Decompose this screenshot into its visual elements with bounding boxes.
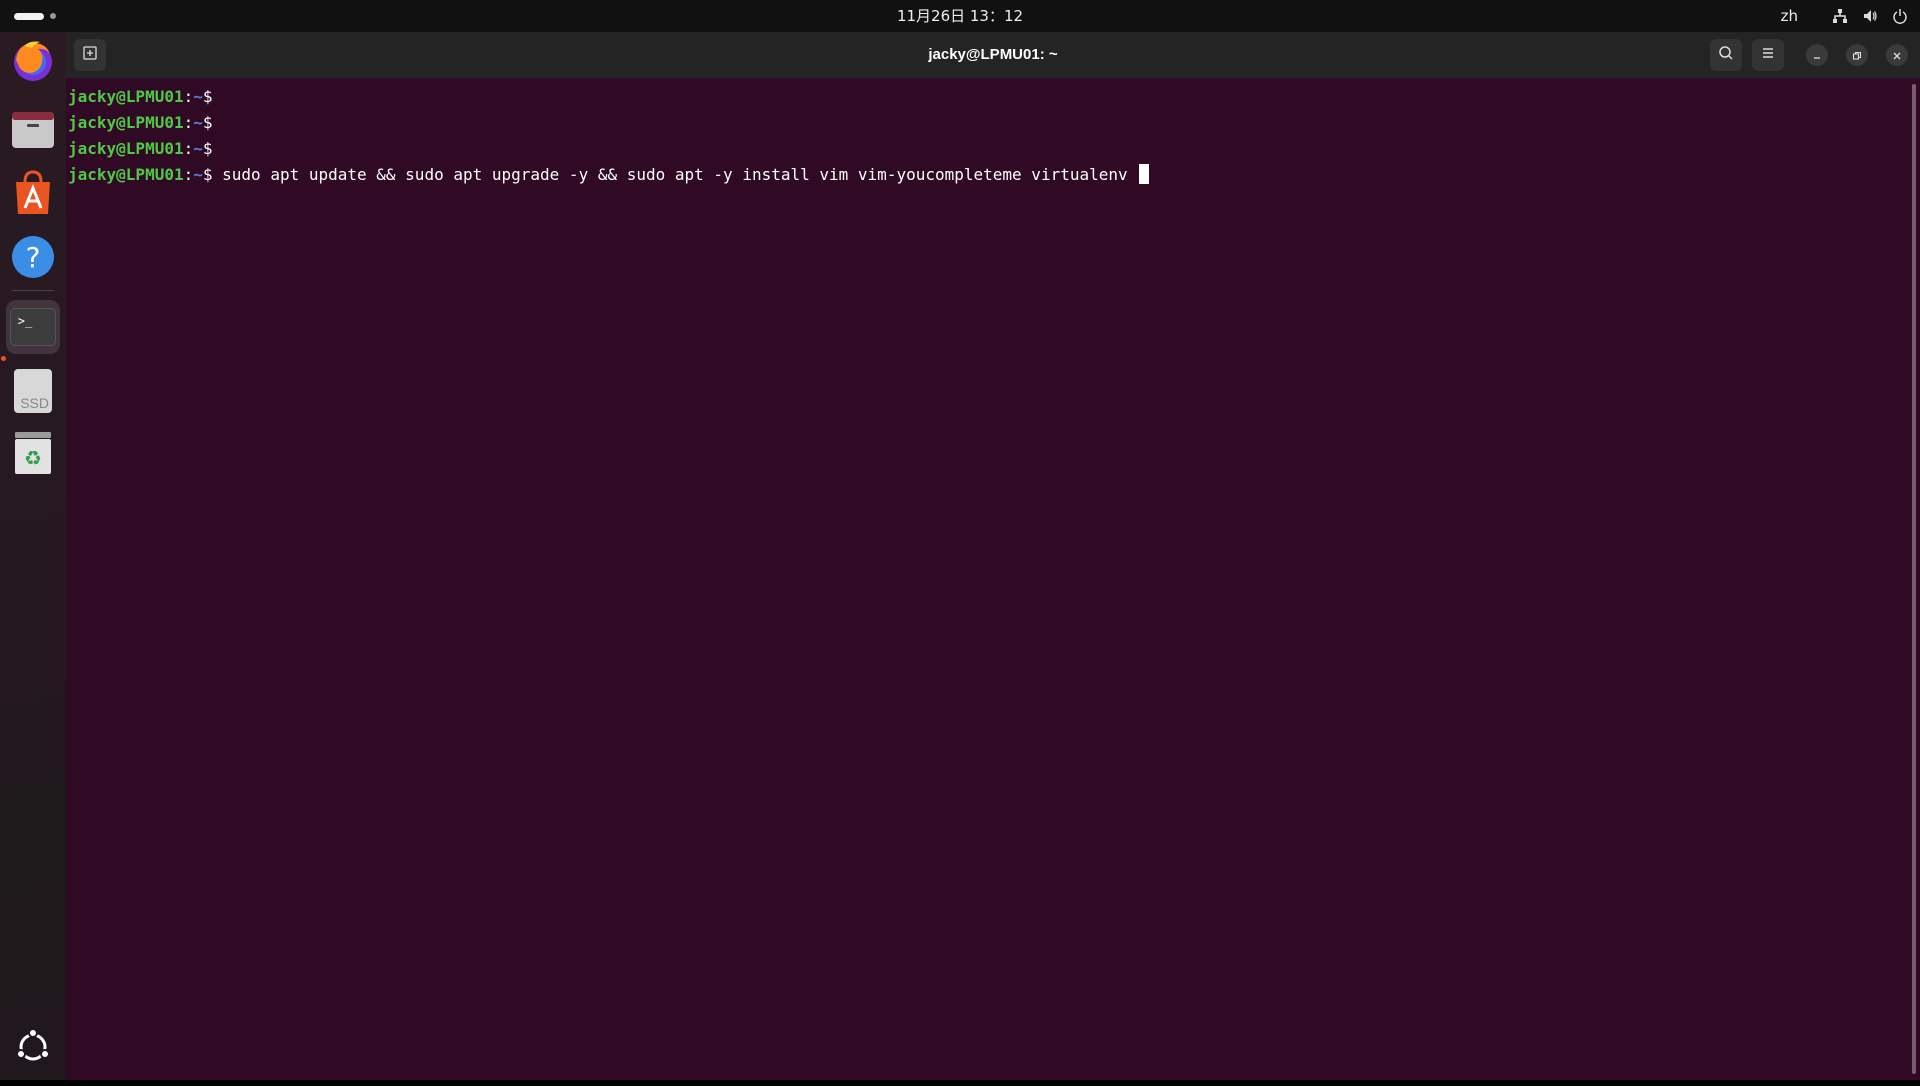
drive-label: SSD <box>20 395 49 411</box>
trash-icon: ♻ <box>10 430 56 480</box>
terminal-window: jacky@LPMU01: ~ jacky@LPMU01:~$ jacky@LP… <box>66 32 1920 1080</box>
dock-separator <box>12 290 54 291</box>
dock-item-files[interactable] <box>6 104 60 158</box>
workspace-indicator <box>50 13 56 19</box>
svg-text:?: ? <box>26 241 41 274</box>
text-cursor <box>1139 164 1150 184</box>
prompt-path: ~ <box>193 113 203 132</box>
dock-item-trash[interactable]: ♻ <box>6 428 60 482</box>
prompt-colon: : <box>183 113 194 132</box>
prompt-path: ~ <box>193 139 203 158</box>
dock-item-app-center[interactable] <box>6 168 60 222</box>
menu-button[interactable] <box>1752 39 1784 71</box>
prompt-colon: : <box>183 165 194 184</box>
command-input-text[interactable]: sudo apt update && sudo apt upgrade -y &… <box>213 165 1138 184</box>
app-center-icon <box>10 170 56 220</box>
restore-icon <box>1852 46 1862 65</box>
system-tray[interactable]: zh <box>1781 0 1920 32</box>
prompt-symbol: $ <box>202 139 213 158</box>
search-icon <box>1718 45 1734 65</box>
terminal-line: jacky@LPMU01:~$ <box>66 136 1910 162</box>
restore-button[interactable] <box>1846 44 1868 66</box>
clock[interactable]: 11月26日 13：12 <box>897 7 1023 25</box>
terminal-output[interactable]: jacky@LPMU01:~$ jacky@LPMU01:~$ jacky@LP… <box>66 78 1910 1086</box>
clock-container: 11月26日 13：12 <box>0 0 1920 32</box>
folder-icon <box>10 106 56 156</box>
prompt-user-host: jacky@LPMU01 <box>68 87 184 106</box>
new-tab-button[interactable] <box>74 39 106 71</box>
prompt-path: ~ <box>193 87 203 106</box>
close-icon <box>1892 46 1902 65</box>
top-bar: 11月26日 13：12 zh <box>0 0 1920 32</box>
minimize-icon <box>1812 46 1822 65</box>
new-tab-icon <box>82 45 98 65</box>
terminal-icon-glyph: >_ <box>17 314 33 328</box>
window-headerbar[interactable]: jacky@LPMU01: ~ <box>66 32 1920 78</box>
terminal-line: jacky@LPMU01:~$ <box>66 110 1910 136</box>
network-icon[interactable] <box>1830 6 1850 26</box>
drive-icon: SSD <box>14 369 52 413</box>
prompt-symbol: $ <box>202 165 213 184</box>
power-icon[interactable] <box>1890 6 1910 26</box>
prompt-symbol: $ <box>202 113 213 132</box>
firefox-icon <box>10 38 56 88</box>
window-title: jacky@LPMU01: ~ <box>928 46 1058 63</box>
prompt-user-host: jacky@LPMU01 <box>68 165 184 184</box>
svg-text:♻: ♻ <box>24 446 42 470</box>
terminal-line: jacky@LPMU01:~$ <box>66 84 1910 110</box>
activities-indicator[interactable] <box>14 12 56 20</box>
hamburger-menu-icon <box>1760 45 1776 65</box>
input-language-indicator[interactable]: zh <box>1781 7 1798 25</box>
running-indicator <box>1 356 6 361</box>
terminal-icon: >_ <box>10 308 56 346</box>
dock-item-show-apps[interactable] <box>6 1022 60 1076</box>
prompt-path: ~ <box>193 165 203 184</box>
prompt-user-host: jacky@LPMU01 <box>68 113 184 132</box>
prompt-colon: : <box>183 87 194 106</box>
dock-item-ssd-drive[interactable]: SSD <box>6 364 60 418</box>
dock-item-terminal[interactable]: >_ <box>6 300 60 354</box>
help-icon: ? <box>10 234 56 284</box>
minimize-button[interactable] <box>1806 44 1828 66</box>
prompt-user-host: jacky@LPMU01 <box>68 139 184 158</box>
search-button[interactable] <box>1710 39 1742 71</box>
close-button[interactable] <box>1886 44 1908 66</box>
dock-item-help[interactable]: ? <box>6 232 60 286</box>
prompt-colon: : <box>183 139 194 158</box>
terminal-line-current: jacky@LPMU01:~$ sudo apt update && sudo … <box>66 162 1910 188</box>
workspace-active-indicator <box>14 12 44 20</box>
dock-item-firefox[interactable] <box>6 36 60 90</box>
prompt-symbol: $ <box>202 87 213 106</box>
dock: ? >_ SSD ♻ <box>0 32 66 1080</box>
terminal-scrollbar[interactable] <box>1912 84 1916 1074</box>
volume-icon[interactable] <box>1860 6 1880 26</box>
ubuntu-logo-icon <box>13 1027 53 1071</box>
